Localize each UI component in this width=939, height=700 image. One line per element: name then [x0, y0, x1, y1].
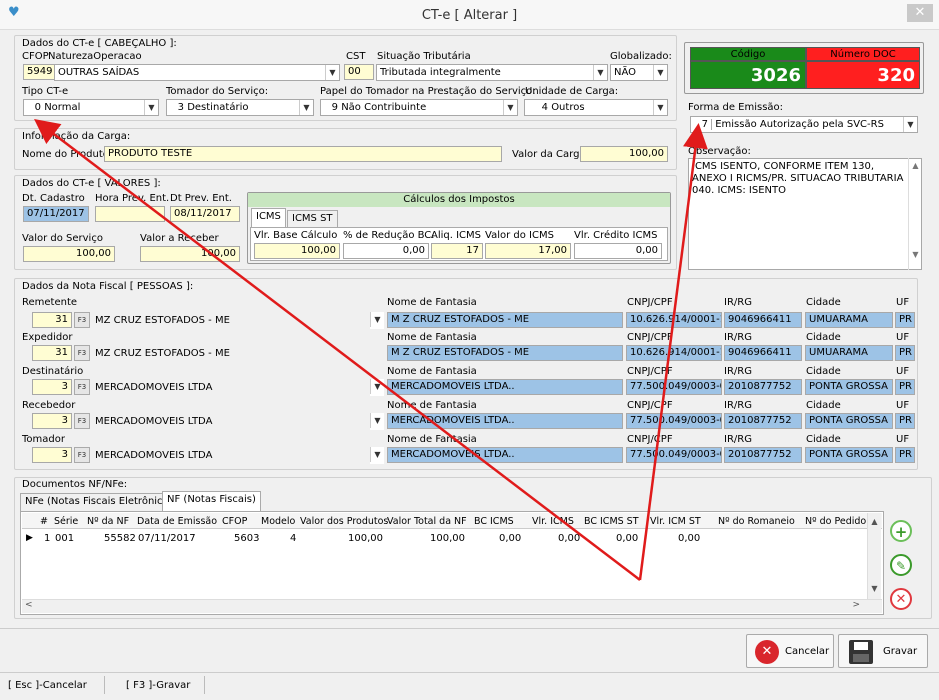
arrow-line: [34, 118, 641, 581]
arrow-line: [638, 123, 708, 581]
annotation-arrows: [34, 118, 708, 581]
